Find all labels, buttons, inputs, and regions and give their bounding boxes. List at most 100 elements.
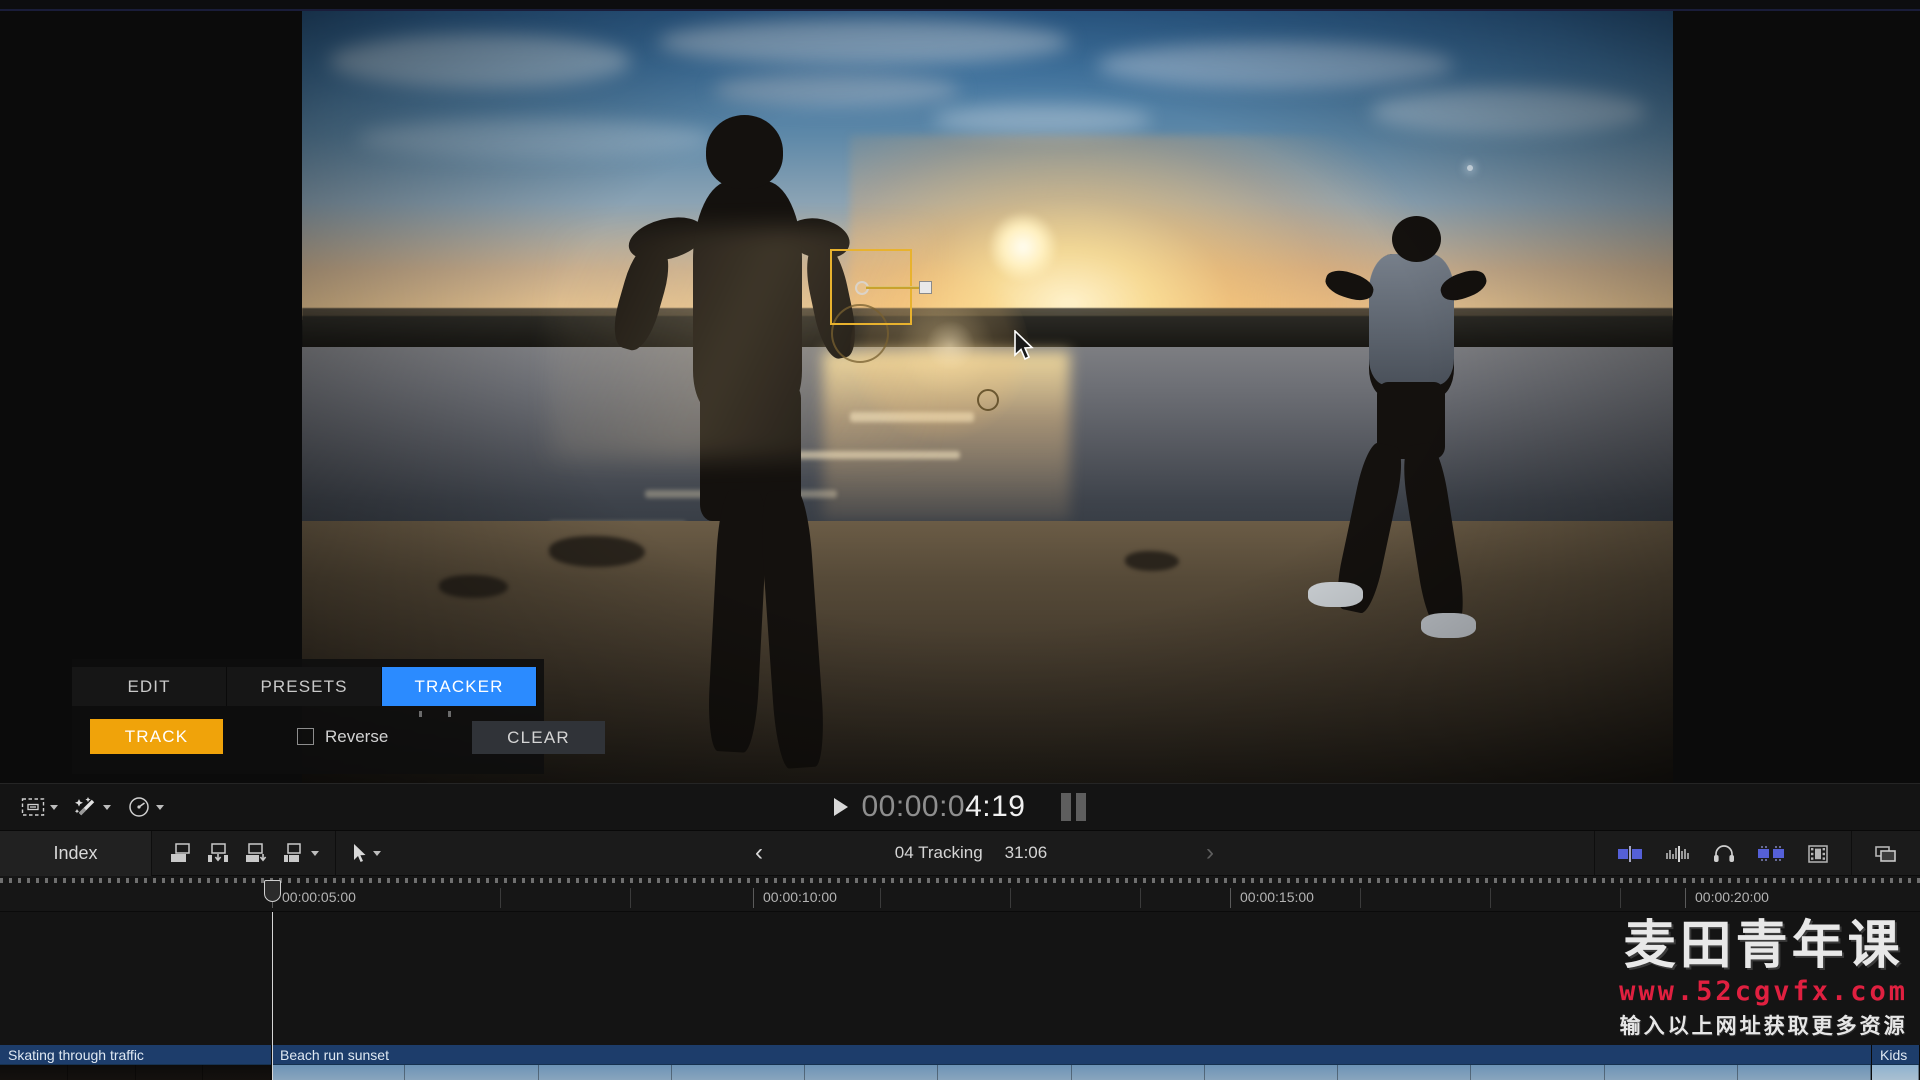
ruler-tick-label: 00:00:05:00 [282, 889, 356, 905]
panel-notch [448, 711, 451, 717]
clip-thumbnail [1872, 1065, 1919, 1080]
clip-thumbnail [0, 1065, 68, 1080]
clip-name: Kids [1880, 1046, 1908, 1063]
clip-thumbnails [272, 1065, 1871, 1080]
ruler-tick-label: 00:00:15:00 [1240, 889, 1314, 905]
reverse-label: Reverse [325, 726, 389, 746]
timeline-name[interactable]: 04 Tracking [895, 843, 983, 863]
clip-thumbnail [671, 1065, 805, 1080]
reverse-checkbox[interactable] [297, 728, 314, 745]
ruler-minor-tick [1360, 888, 1361, 908]
tracker-secondary-ring[interactable] [977, 389, 999, 411]
timecode-highlight: 4:19 [965, 790, 1026, 823]
timeline-duration: 31:06 [1004, 843, 1048, 862]
speed-tool[interactable] [122, 793, 169, 821]
tracker-resize-handle[interactable] [919, 281, 932, 294]
ruler-dot-row [0, 878, 1920, 883]
ruler-minor-tick [1490, 888, 1491, 908]
clip-thumbnail [1471, 1065, 1605, 1080]
timeline-clip[interactable]: Beach run sunset [272, 1045, 1872, 1080]
ruler-minor-tick [1140, 888, 1141, 908]
snapping-icon [1618, 845, 1642, 862]
pause-indicator-icon[interactable] [1061, 793, 1087, 821]
clear-button[interactable]: CLEAR [472, 721, 605, 754]
tab-tracker[interactable]: TRACKER [382, 667, 537, 706]
snapping-button[interactable] [1617, 845, 1643, 862]
tab-edit[interactable]: EDIT [72, 667, 227, 706]
timeline-panel[interactable]: 00:00:05:00 00:00:10:00 00:00:15:00 00:0… [0, 876, 1920, 1080]
magic-wand-icon [74, 797, 95, 816]
reverse-checkbox-group[interactable]: Reverse [297, 719, 388, 754]
timeline-clip[interactable]: Skating through traffic [0, 1045, 272, 1080]
ruler-tick-label: 00:00:20:00 [1695, 889, 1769, 905]
clip-thumbnail [805, 1065, 939, 1080]
timecode-group: 00:00:04:19 [0, 790, 1920, 824]
clip-thumbnail [538, 1065, 672, 1080]
clip-flags-button[interactable] [1757, 845, 1785, 862]
ruler-minor-tick [1620, 888, 1621, 908]
viewer-transport-bar: 00:00:04:19 [0, 783, 1920, 831]
timeline-display-options [1594, 831, 1851, 876]
clip-name: Skating through traffic [8, 1046, 144, 1063]
timeline-toolbar: Index ‹ 04 Tracking 31:06 › [0, 830, 1920, 876]
clip-header: Kids [1872, 1045, 1919, 1065]
transform-icon [21, 798, 45, 816]
tracker-control-panel: EDIT PRESETS TRACKER TRACK Reverse CLEAR [72, 659, 605, 774]
clip-thumbnail [203, 1065, 271, 1080]
ruler-tick [1685, 888, 1686, 908]
play-triangle-icon[interactable] [833, 798, 848, 816]
audio-waveform-button[interactable] [1665, 845, 1691, 862]
timeline-view-options-button[interactable] [1874, 844, 1898, 864]
clip-thumbnail [272, 1065, 406, 1080]
clip-flags-icon [1758, 846, 1784, 861]
playhead-handle[interactable] [264, 880, 281, 902]
viewer-tool-group [0, 793, 169, 821]
viewer-timecode[interactable]: 00:00:04:19 [862, 790, 1026, 824]
timeline-ruler[interactable]: 00:00:05:00 00:00:10:00 00:00:15:00 00:0… [0, 876, 1920, 912]
magic-wand-tool[interactable] [69, 793, 116, 821]
ruler-tick [1230, 888, 1231, 908]
timeline-track-area[interactable]: Skating through traffic Beach run sunset [0, 912, 1920, 1080]
chevron-down-icon[interactable] [50, 804, 58, 810]
ruler-minor-tick [630, 888, 631, 908]
ruler-minor-tick [1010, 888, 1011, 908]
track-button[interactable]: TRACK [90, 719, 223, 754]
ruler-tick-label: 00:00:10:00 [763, 889, 837, 905]
clip-thumbnail [938, 1065, 1072, 1080]
mouse-cursor [1014, 330, 1034, 361]
speed-gauge-icon [129, 797, 149, 817]
clip-thumbnail [135, 1065, 204, 1080]
davinci-resolve-window: EDIT PRESETS TRACKER TRACK Reverse CLEAR [0, 0, 1920, 1080]
ruler-tick [753, 888, 754, 908]
playhead-line [272, 912, 273, 1080]
timeline-right-tools [1594, 831, 1920, 876]
timeline-view-group [1851, 831, 1920, 876]
empty-track-region[interactable] [0, 912, 1920, 1045]
timeline-view-options-icon [1875, 845, 1896, 862]
ruler-minor-tick [880, 888, 881, 908]
tab-presets[interactable]: PRESETS [227, 667, 382, 706]
panel-notch [419, 711, 422, 717]
chevron-down-icon[interactable] [103, 804, 111, 810]
clip-header: Skating through traffic [0, 1045, 271, 1065]
audio-waveform-icon [1666, 845, 1689, 862]
window-top-strip [0, 0, 1920, 9]
headphones-icon [1714, 844, 1734, 862]
clip-thumbnail [1737, 1065, 1871, 1080]
tracker-arm[interactable] [866, 286, 920, 289]
timecode-prefix: 00:00:0 [861, 790, 966, 823]
clip-thumbnail [1071, 1065, 1205, 1080]
ruler-minor-tick [500, 888, 501, 908]
tracker-tab-row: EDIT PRESETS TRACKER [72, 667, 537, 706]
transform-tool[interactable] [16, 794, 63, 820]
clip-thumbnail [405, 1065, 539, 1080]
next-timeline-button[interactable]: › [1206, 839, 1214, 867]
audio-monitor-button[interactable] [1713, 844, 1735, 863]
timeline-clip[interactable]: Kids [1872, 1045, 1920, 1080]
filmstrip-icon [1808, 844, 1828, 863]
chevron-down-icon[interactable] [156, 804, 164, 810]
clip-thumbnails [1872, 1065, 1919, 1080]
clip-name: Beach run sunset [280, 1046, 389, 1063]
filmstrip-button[interactable] [1807, 844, 1829, 864]
clip-thumbnail [1204, 1065, 1338, 1080]
